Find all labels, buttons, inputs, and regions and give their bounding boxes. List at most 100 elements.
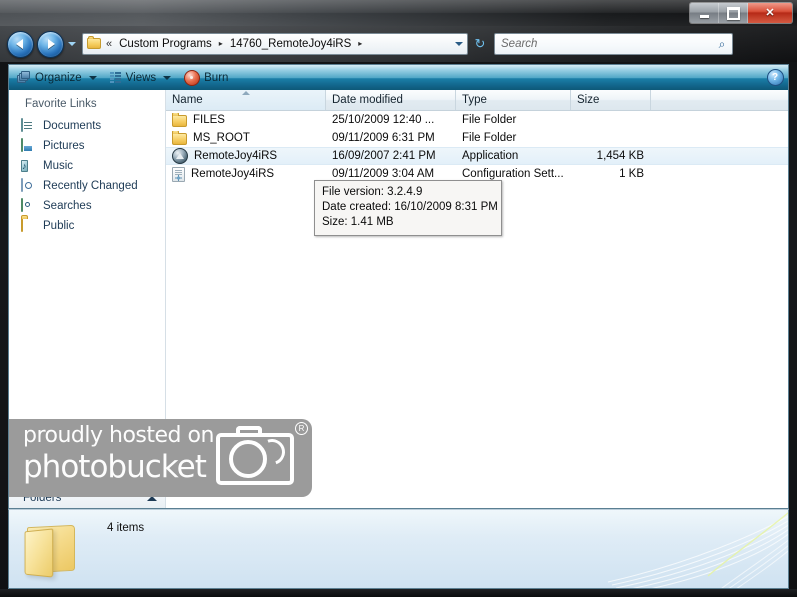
sort-ascending-icon xyxy=(241,91,250,95)
views-button[interactable]: Views xyxy=(105,67,176,89)
column-header-size[interactable]: Size xyxy=(571,90,651,110)
minimize-icon xyxy=(699,14,709,18)
refresh-button[interactable]: ↻ xyxy=(470,34,490,54)
watermark-line-2: photobucket xyxy=(23,449,207,485)
file-name: MS_ROOT xyxy=(193,132,250,144)
cell-name: RemoteJoy4iRS xyxy=(166,148,326,164)
back-button[interactable] xyxy=(7,30,34,58)
toolbar: Organize Views Burn ? xyxy=(8,64,789,90)
folder-icon xyxy=(23,524,79,578)
column-header-name[interactable]: Name xyxy=(166,90,326,110)
column-header-label: Date modified xyxy=(332,94,403,106)
table-row[interactable]: RemoteJoy4iRS 16/09/2007 2:41 PM Applica… xyxy=(166,147,788,165)
breadcrumb-item-1[interactable]: 14760_RemoteJoy4iRS xyxy=(227,36,354,52)
camera-icon xyxy=(216,426,294,485)
burn-button[interactable]: Burn xyxy=(179,67,233,89)
organize-button[interactable]: Organize xyxy=(12,67,102,89)
breadcrumb-folder-icon xyxy=(87,36,101,50)
search-box[interactable]: Search ⌕ xyxy=(494,33,733,55)
window-controls: ✕ xyxy=(689,2,793,24)
cell-name: FILES xyxy=(166,113,326,127)
forward-button[interactable] xyxy=(37,30,64,58)
close-button[interactable]: ✕ xyxy=(748,3,792,23)
window-bottom-frame xyxy=(0,589,797,597)
sidebar-item-label: Recently Changed xyxy=(43,180,138,192)
minimize-button[interactable] xyxy=(690,3,719,23)
address-bar-row: « Custom Programs ▸ 14760_RemoteJoy4iRS … xyxy=(0,26,797,62)
documents-icon xyxy=(21,117,36,134)
music-icon: ♪ xyxy=(21,159,28,172)
cell-type: File Folder xyxy=(462,114,517,126)
sidebar-item-label: Searches xyxy=(43,200,92,212)
sidebar-item-label: Music xyxy=(43,160,74,172)
cell-date-modified: 09/11/2009 3:04 AM xyxy=(332,168,435,180)
breadcrumb[interactable]: « Custom Programs ▸ 14760_RemoteJoy4iRS … xyxy=(82,33,468,55)
forward-arrow-icon xyxy=(48,39,55,49)
breadcrumb-arrow-1[interactable]: ▸ xyxy=(358,40,362,48)
cell-type: File Folder xyxy=(462,132,517,144)
views-icon xyxy=(109,72,122,84)
sidebar-item-label: Pictures xyxy=(43,140,85,152)
close-icon: ✕ xyxy=(765,6,775,19)
maximize-button[interactable] xyxy=(719,3,748,23)
file-name: FILES xyxy=(193,114,225,126)
breadcrumb-overflow-icon[interactable]: « xyxy=(106,38,112,50)
cell-size: 1 KB xyxy=(619,168,644,180)
item-count-label: 4 items xyxy=(107,522,145,534)
cell-name: MS_ROOT xyxy=(166,131,326,145)
cell-type: Configuration Sett... xyxy=(462,168,564,180)
column-header-date-modified[interactable]: Date modified xyxy=(326,90,456,110)
title-bar-sheen xyxy=(0,0,797,13)
sidebar-item-searches[interactable]: Searches xyxy=(9,196,165,216)
maximize-icon xyxy=(726,6,740,20)
sidebar-item-public[interactable]: Public xyxy=(9,216,165,236)
recently-changed-icon xyxy=(21,177,36,194)
cell-name: RemoteJoy4iRS xyxy=(166,166,326,182)
refresh-icon: ↻ xyxy=(474,36,486,51)
searches-icon xyxy=(21,197,36,214)
sidebar-item-pictures[interactable]: Pictures xyxy=(9,136,165,156)
public-folder-icon xyxy=(21,217,36,234)
burn-icon xyxy=(184,69,201,86)
explorer-window: ✕ « Custom Programs ▸ 14760_RemoteJoy4iR… xyxy=(0,0,797,597)
tooltip-date-created: Date created: 16/10/2009 8:31 PM xyxy=(322,201,498,213)
registered-trademark-icon: R xyxy=(295,422,308,435)
help-icon: ? xyxy=(766,69,784,86)
file-list-rows: FILES 25/10/2009 12:40 ... File Folder M… xyxy=(166,111,788,183)
table-row[interactable]: FILES 25/10/2009 12:40 ... File Folder xyxy=(166,111,788,129)
sidebar-item-recently-changed[interactable]: Recently Changed xyxy=(9,176,165,196)
watermark-line-1: proudly hosted on xyxy=(23,423,214,448)
recent-pages-button[interactable] xyxy=(65,42,79,46)
configuration-settings-icon xyxy=(172,166,185,182)
chevron-down-icon xyxy=(88,75,97,80)
organize-icon xyxy=(17,71,31,84)
cell-size: 1,454 KB xyxy=(596,150,644,162)
pictures-icon xyxy=(21,137,36,154)
chevron-down-icon xyxy=(455,42,463,46)
sidebar-item-music[interactable]: ♪ Music xyxy=(9,156,165,176)
application-icon xyxy=(172,148,188,164)
search-icon: ⌕ xyxy=(718,36,726,51)
search-input[interactable]: Search xyxy=(495,38,712,50)
title-bar: ✕ xyxy=(0,0,797,26)
chevron-down-icon xyxy=(68,42,76,46)
file-tooltip: File version: 3.2.4.9 Date created: 16/1… xyxy=(314,180,502,236)
photobucket-watermark: proudly hosted on photobucket R xyxy=(9,419,312,497)
folder-icon xyxy=(172,131,187,145)
vista-swoosh-decoration xyxy=(607,512,788,588)
sidebar-item-label: Documents xyxy=(43,120,102,132)
folder-icon xyxy=(172,113,187,127)
table-row[interactable]: MS_ROOT 09/11/2009 6:31 PM File Folder xyxy=(166,129,788,147)
address-dropdown-button[interactable] xyxy=(451,42,467,46)
breadcrumb-item-0[interactable]: Custom Programs xyxy=(116,36,215,52)
help-button[interactable]: ? xyxy=(762,69,788,86)
column-header-type[interactable]: Type xyxy=(456,90,571,110)
tooltip-size: Size: 1.41 MB xyxy=(322,216,394,228)
cell-date-modified: 25/10/2009 12:40 ... xyxy=(332,114,435,126)
views-label: Views xyxy=(125,71,157,84)
file-name: RemoteJoy4iRS xyxy=(194,150,278,162)
cell-date-modified: 09/11/2009 6:31 PM xyxy=(332,132,435,144)
sidebar-item-label: Public xyxy=(43,220,75,232)
breadcrumb-arrow-0[interactable]: ▸ xyxy=(219,40,223,48)
sidebar-item-documents[interactable]: Documents xyxy=(9,116,165,136)
